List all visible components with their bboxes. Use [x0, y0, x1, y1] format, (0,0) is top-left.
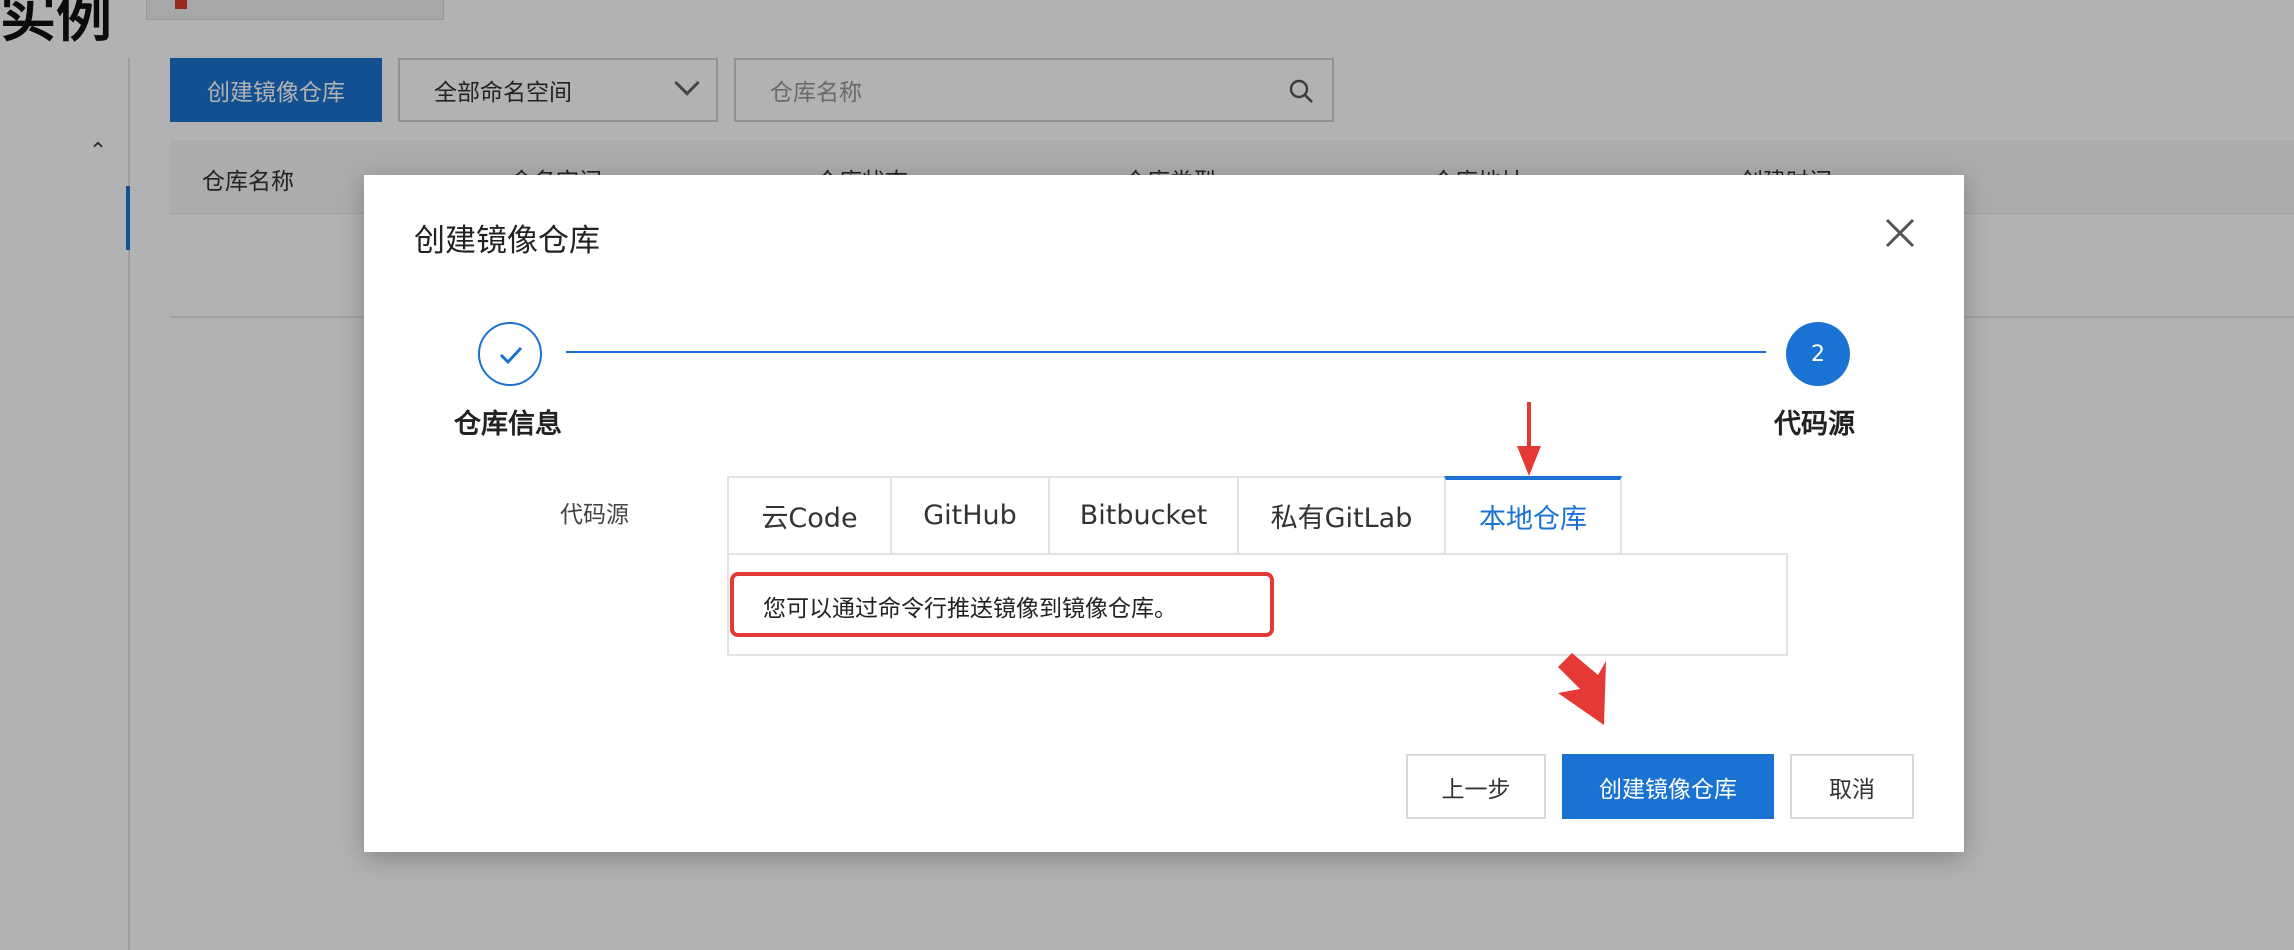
- annotation-arrow-down-icon: [1517, 402, 1541, 476]
- tab-github[interactable]: GitHub: [890, 476, 1048, 555]
- tab-bitbucket[interactable]: Bitbucket: [1048, 476, 1237, 555]
- step-connector: [566, 351, 1766, 353]
- create-repo-submit-button[interactable]: 创建镜像仓库: [1562, 754, 1774, 819]
- annotation-highlight-box: [730, 572, 1274, 637]
- dialog-title: 创建镜像仓库: [414, 223, 600, 259]
- code-source-label: 代码源: [560, 502, 629, 528]
- cancel-button[interactable]: 取消: [1790, 754, 1914, 819]
- annotation-arrow-diagonal-icon: [1558, 653, 1606, 725]
- create-repo-dialog: 创建镜像仓库 2 仓库信息 代码源 代码源 云Code GitHub Bitbu…: [364, 175, 1964, 852]
- tab-private-gitlab[interactable]: 私有GitLab: [1237, 476, 1444, 555]
- tab-yun-code[interactable]: 云Code: [727, 476, 890, 555]
- tab-local-repo[interactable]: 本地仓库: [1444, 476, 1622, 555]
- step-2-current: 2: [1786, 322, 1850, 386]
- prev-step-button[interactable]: 上一步: [1406, 754, 1546, 819]
- check-icon: [499, 346, 523, 365]
- close-icon[interactable]: [1880, 213, 1920, 253]
- step-2-label: 代码源: [1774, 409, 1855, 440]
- step-1-done: [478, 322, 542, 386]
- step-1-label: 仓库信息: [454, 409, 562, 440]
- code-source-tabs: 云Code GitHub Bitbucket 私有GitLab 本地仓库: [727, 476, 1622, 555]
